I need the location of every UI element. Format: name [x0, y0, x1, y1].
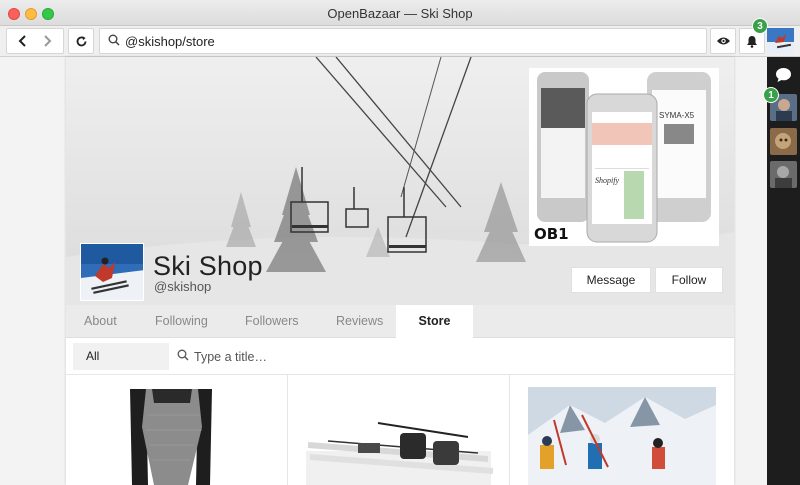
header-banner: SYMA-X5 Shopify OB1 Ski Shop @skishop Me… [66, 57, 734, 305]
bell-icon [746, 35, 758, 48]
message-button[interactable]: Message [571, 267, 651, 293]
view-button[interactable] [710, 28, 736, 54]
right-gutter [734, 57, 767, 485]
category-select[interactable]: All [73, 343, 169, 370]
tab-about[interactable]: About [84, 305, 117, 338]
tab-reviews[interactable]: Reviews [336, 305, 383, 338]
chat-sidebar: 1 [763, 57, 800, 485]
back-icon[interactable] [18, 35, 28, 47]
shop-handle: @skishop [154, 279, 212, 294]
forward-icon[interactable] [42, 35, 52, 47]
address-bar[interactable]: @skishop/store [99, 28, 707, 54]
toolbar: @skishop/store 3 [0, 18, 800, 57]
product-grid [66, 375, 734, 485]
product-card[interactable] [510, 375, 734, 485]
nav-buttons [6, 28, 64, 54]
conversation-avatar-3[interactable] [770, 161, 797, 188]
shop-avatar [80, 243, 144, 301]
ad-phone-brand: Shopify [595, 176, 619, 185]
shop-name: Ski Shop [153, 251, 263, 281]
tab-following[interactable]: Following [155, 305, 208, 338]
notification-count-badge: 3 [752, 18, 768, 34]
ski-set-image [288, 375, 509, 485]
chat-icon[interactable] [775, 67, 792, 88]
follow-button[interactable]: Follow [655, 267, 723, 293]
conversation-badge: 1 [763, 87, 779, 103]
search-icon [108, 34, 120, 49]
ad-image-ob1: SYMA-X5 Shopify OB1 [529, 68, 719, 246]
profile-tabs: About Following Followers Reviews Store [66, 305, 734, 339]
store-filter-bar: All Type a title… [66, 339, 734, 375]
ski-pants-image [66, 375, 287, 485]
eye-icon [716, 36, 731, 46]
ad-phone-title: SYMA-X5 [659, 111, 695, 120]
left-gutter [0, 57, 66, 485]
search-icon [177, 349, 189, 364]
skiers-mountain-image [510, 375, 734, 485]
tab-store[interactable]: Store [396, 305, 473, 339]
tab-followers[interactable]: Followers [245, 305, 299, 338]
address-text: @skishop/store [125, 33, 215, 49]
refresh-icon [75, 35, 88, 48]
product-card[interactable] [66, 375, 288, 485]
product-card[interactable] [288, 375, 510, 485]
search-placeholder: Type a title… [194, 349, 267, 364]
window-title: OpenBazaar — Ski Shop [327, 6, 473, 21]
title-search-input[interactable]: Type a title… [177, 343, 477, 370]
title-bar: OpenBazaar — Ski Shop [0, 0, 800, 26]
conversation-avatar-2[interactable] [770, 128, 797, 155]
store-page: SYMA-X5 Shopify OB1 Ski Shop @skishop Me… [66, 57, 734, 485]
refresh-button[interactable] [68, 28, 94, 54]
user-avatar[interactable] [767, 28, 794, 54]
ob1-logo: OB1 [534, 225, 569, 243]
